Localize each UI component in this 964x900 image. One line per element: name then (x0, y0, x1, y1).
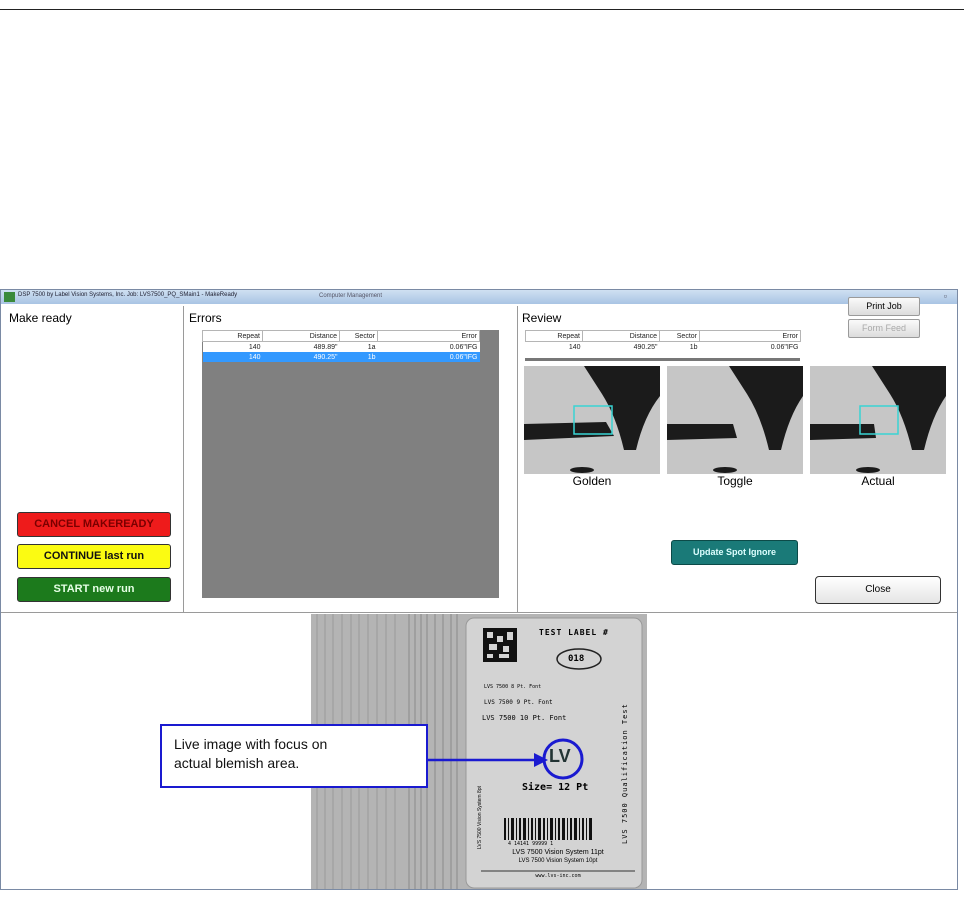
divider-makeready-errors (183, 306, 184, 612)
lv-logo: LV (549, 746, 571, 766)
cell-sector: 1a (339, 341, 378, 352)
window-close-icon[interactable]: ▫ (944, 291, 947, 301)
divider-errors-review (517, 306, 518, 612)
make-ready-title: Make ready (9, 311, 72, 325)
golden-image (524, 366, 660, 474)
cell-error: 0.06"IFG (699, 341, 801, 352)
toggle-caption: Toggle (717, 474, 753, 488)
errors-title: Errors (189, 311, 222, 325)
print-job-button[interactable]: Print Job (848, 297, 920, 316)
cell-distance: 489.89" (262, 341, 340, 352)
errors-table: Repeat Distance Sector Error 140 489.89"… (202, 330, 480, 362)
label-barcode-number: 4 14141 99999 1 (508, 841, 554, 847)
label-title: TEST LABEL # (539, 628, 609, 637)
divider-live-image (1, 612, 957, 613)
background-tab-title: Computer Management (319, 293, 383, 299)
window-title: DSP 7500 by Label Vision Systems, Inc. J… (18, 292, 238, 298)
start-new-run-button[interactable]: START new run (17, 577, 171, 602)
cell-repeat: 140 (525, 341, 583, 352)
review-col-distance[interactable]: Distance (582, 330, 660, 342)
review-title: Review (522, 311, 562, 325)
review-col-error[interactable]: Error (699, 330, 801, 342)
cell-distance: 490.25" (582, 341, 660, 352)
title-bar: DSP 7500 by Label Vision Systems, Inc. J… (1, 290, 957, 304)
page-top-rule (0, 9, 964, 10)
update-spot-ignore-button[interactable]: Update Spot Ignore (671, 540, 798, 565)
live-image-callout: Live image with focus on actual blemish … (160, 724, 428, 788)
errors-col-distance[interactable]: Distance (262, 330, 340, 342)
label-line-9pt: LVS 7500 9 Pt. Font (484, 699, 553, 706)
errors-col-repeat[interactable]: Repeat (202, 330, 263, 342)
label-line-8pt: LVS 7500 8 Pt. Font (484, 684, 542, 690)
errors-grid[interactable]: Repeat Distance Sector Error 140 489.89"… (202, 330, 499, 598)
actual-caption: Actual (861, 474, 895, 488)
table-row[interactable]: 140 490.25" 1b 0.06"IFG (525, 341, 801, 352)
label-size-text: Size= 12 Pt (522, 782, 589, 793)
continue-last-run-button[interactable]: CONTINUE last run (17, 544, 171, 569)
form-feed-button[interactable]: Form Feed (848, 319, 920, 338)
label-vertical-system: LVS 7500 Vision System 8pt (477, 786, 483, 849)
label-footer-10pt: LVS 7500 Vision System 10pt (518, 858, 598, 864)
app-icon (4, 292, 15, 302)
cell-sector: 1b (339, 352, 378, 362)
cell-sector: 1b (659, 341, 700, 352)
toggle-image (667, 366, 803, 474)
review-col-sector[interactable]: Sector (659, 330, 700, 342)
callout-line-2: actual blemish area. (174, 755, 300, 771)
review-table: Repeat Distance Sector Error 140 490.25"… (525, 330, 801, 352)
review-col-repeat[interactable]: Repeat (525, 330, 583, 342)
errors-col-sector[interactable]: Sector (339, 330, 378, 342)
cancel-makeready-button[interactable]: CANCEL MAKEREADY (17, 512, 171, 537)
cell-error: 0.06"IFG (377, 352, 480, 362)
label-url: www.lvs-inc.com (535, 873, 581, 879)
label-vertical-qualification: LVS 7500 Qualification Test (621, 703, 629, 844)
table-row[interactable]: 140 489.89" 1a 0.06"IFG (202, 341, 480, 352)
close-button[interactable]: Close (815, 576, 941, 604)
label-number: 018 (568, 654, 585, 664)
label-line-10pt: LVS 7500 10 Pt. Font (482, 714, 567, 722)
cell-error: 0.06"IFG (377, 341, 480, 352)
golden-caption: Golden (572, 474, 612, 488)
table-row-selected[interactable]: 140 490.25" 1b 0.06"IFG (202, 352, 480, 362)
cell-distance: 490.25" (262, 352, 340, 362)
review-grid[interactable]: Repeat Distance Sector Error 140 490.25"… (525, 330, 801, 361)
cell-repeat: 140 (202, 352, 263, 362)
callout-line-1: Live image with focus on (174, 736, 328, 752)
errors-col-error[interactable]: Error (377, 330, 480, 342)
actual-image (810, 366, 946, 474)
label-footer-11pt: LVS 7500 Vision System 11pt (512, 849, 604, 856)
cell-repeat: 140 (202, 341, 263, 352)
callout-arrow-icon (428, 753, 548, 767)
